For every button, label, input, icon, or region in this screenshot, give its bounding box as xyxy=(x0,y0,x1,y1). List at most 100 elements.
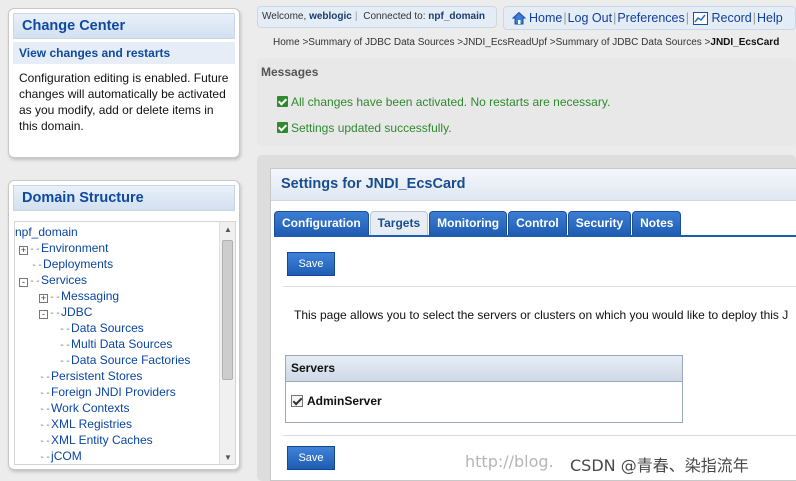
servers-table: Servers AdminServer xyxy=(285,355,683,423)
tree-item[interactable]: --Foreign JNDI Providers xyxy=(15,384,219,400)
breadcrumb-current: JNDI_EcsCard xyxy=(710,37,780,48)
tree-connector: -- xyxy=(59,356,72,367)
tree-connector: -- xyxy=(39,452,52,463)
tree-item-label[interactable]: Foreign JNDI Providers xyxy=(51,385,176,399)
help-link[interactable]: Help xyxy=(757,11,783,25)
collapse-icon[interactable]: - xyxy=(19,278,28,287)
tree-connector: -- xyxy=(29,244,42,255)
save-button-bottom[interactable]: Save xyxy=(287,446,335,470)
connected-domain: npf_domain xyxy=(428,11,485,22)
tree-connector: -- xyxy=(39,404,52,415)
tree-item-label[interactable]: XML Entity Caches xyxy=(51,433,153,447)
messages-panel: Messages All changes have been activated… xyxy=(257,58,796,146)
csdn-watermark: CSDN @青春、染指流年 xyxy=(570,456,749,475)
tab-security[interactable]: Security xyxy=(567,211,632,235)
tree-item[interactable]: --Persistent Stores xyxy=(15,368,219,384)
tree-item-label[interactable]: XML Registries xyxy=(51,417,132,431)
tree-item[interactable]: - --Services xyxy=(15,272,219,288)
tree-item[interactable]: + --Environment xyxy=(15,240,219,256)
tree-item-label[interactable]: Services xyxy=(41,273,87,287)
expand-icon[interactable]: + xyxy=(19,246,28,255)
tree-item[interactable]: --jCOM xyxy=(15,448,219,464)
tree-item[interactable]: --XML Entity Caches xyxy=(15,432,219,448)
tree-item-label[interactable]: Persistent Stores xyxy=(51,369,142,383)
username: weblogic xyxy=(309,11,352,22)
scroll-down-arrow-icon[interactable]: ▼ xyxy=(220,450,235,464)
tree-item-label[interactable]: JDBC xyxy=(61,305,92,319)
servers-header: Servers xyxy=(286,356,682,382)
success-check-icon xyxy=(277,96,288,107)
breadcrumb-path[interactable]: Home >Summary of JDBC Data Sources >JNDI… xyxy=(273,37,710,48)
tree-connector: -- xyxy=(39,388,52,399)
message-text: Settings updated successfully. xyxy=(291,121,452,135)
tree-item[interactable]: npf_domain xyxy=(15,224,219,240)
tree-item-label[interactable]: Deployments xyxy=(43,257,113,271)
scroll-up-arrow-icon[interactable]: ▲ xyxy=(220,222,235,238)
tree-connector: -- xyxy=(59,324,72,335)
page-description: This page allows you to select the serve… xyxy=(294,308,789,322)
tree-item[interactable]: --Work Contexts xyxy=(15,400,219,416)
tab-control[interactable]: Control xyxy=(508,211,567,235)
tree-item-label[interactable]: Data Sources xyxy=(71,321,144,335)
view-changes-link[interactable]: View changes and restarts xyxy=(13,42,235,64)
tab-underline xyxy=(274,235,796,237)
tree-connector: -- xyxy=(39,420,52,431)
settings-title: Settings for JNDI_EcsCard xyxy=(271,169,796,201)
domain-tree: npf_domain + --Environment --Deployments - --… xyxy=(15,222,219,464)
tree-item-label[interactable]: Messaging xyxy=(61,289,119,303)
tree-connector: -- xyxy=(39,372,52,383)
settings-panel: Settings for JNDI_EcsCard Configuration T… xyxy=(270,168,796,481)
tab-targets[interactable]: Targets xyxy=(369,211,429,235)
tab-notes[interactable]: Notes xyxy=(632,211,682,235)
welcome-bar: Welcome, weblogic | Connected to: npf_dom… xyxy=(257,6,497,28)
preferences-link[interactable]: Preferences xyxy=(617,11,684,25)
tree-item[interactable]: --Deployments xyxy=(15,256,219,272)
tree-item-label[interactable]: Data Source Factories xyxy=(71,353,190,367)
tree-item-label[interactable]: jCOM xyxy=(51,449,82,463)
tree-item[interactable]: --Data Sources xyxy=(15,320,219,336)
tree-connector: -- xyxy=(49,308,62,319)
connected-label: Connected to: xyxy=(363,11,426,22)
tree-item-label[interactable]: Environment xyxy=(41,241,108,255)
tree-connector: -- xyxy=(49,292,62,303)
home-icon xyxy=(511,10,527,32)
record-icon xyxy=(693,10,709,32)
tree-item-label[interactable]: Multi Data Sources xyxy=(71,337,172,351)
breadcrumb: Home >Summary of JDBC Data Sources >JNDI… xyxy=(273,37,796,48)
tree-item-label[interactable]: npf_domain xyxy=(15,225,78,239)
domain-tree-container: npf_domain + --Environment --Deployments - --… xyxy=(14,221,236,465)
tree-item-label[interactable]: Work Contexts xyxy=(51,401,129,415)
tree-connector: -- xyxy=(31,260,44,271)
welcome-label: Welcome, xyxy=(262,11,307,22)
tree-item[interactable]: + --Messaging xyxy=(15,288,219,304)
server-row: AdminServer xyxy=(291,394,382,408)
adminserver-checkbox[interactable] xyxy=(291,395,303,407)
domain-structure-title: Domain Structure xyxy=(13,185,235,211)
top-nav: Home|Log Out|Preferences| Record|Help xyxy=(503,6,796,30)
server-name: AdminServer xyxy=(307,394,382,408)
tree-item[interactable]: --XML Registries xyxy=(15,416,219,432)
message-updated: Settings updated successfully. xyxy=(277,121,452,135)
settings-tabs: Configuration Targets Monitoring Control Sec… xyxy=(274,211,682,235)
collapse-icon[interactable]: - xyxy=(39,310,48,319)
url-watermark: http://blog. xyxy=(465,452,554,471)
record-link[interactable]: Record xyxy=(711,11,751,25)
home-link[interactable]: Home xyxy=(529,11,562,25)
tree-item[interactable]: - --JDBC xyxy=(15,304,219,320)
change-center-panel: Change Center View changes and restarts … xyxy=(8,8,240,158)
expand-icon[interactable]: + xyxy=(39,294,48,303)
tree-scrollbar[interactable]: ▲ ▼ xyxy=(219,222,235,464)
message-text: All changes have been activated. No rest… xyxy=(291,95,611,109)
message-activated: All changes have been activated. No rest… xyxy=(277,95,610,109)
tree-item[interactable]: --Data Source Factories xyxy=(15,352,219,368)
tree-connector: -- xyxy=(39,436,52,447)
tree-item[interactable]: --Multi Data Sources xyxy=(15,336,219,352)
divider xyxy=(283,286,796,287)
success-check-icon xyxy=(277,122,288,133)
tab-configuration[interactable]: Configuration xyxy=(274,211,369,235)
save-button-top[interactable]: Save xyxy=(287,252,335,276)
scroll-thumb[interactable] xyxy=(222,240,233,380)
tab-monitoring[interactable]: Monitoring xyxy=(429,211,508,235)
logout-link[interactable]: Log Out xyxy=(568,11,612,25)
messages-title: Messages xyxy=(261,65,319,79)
